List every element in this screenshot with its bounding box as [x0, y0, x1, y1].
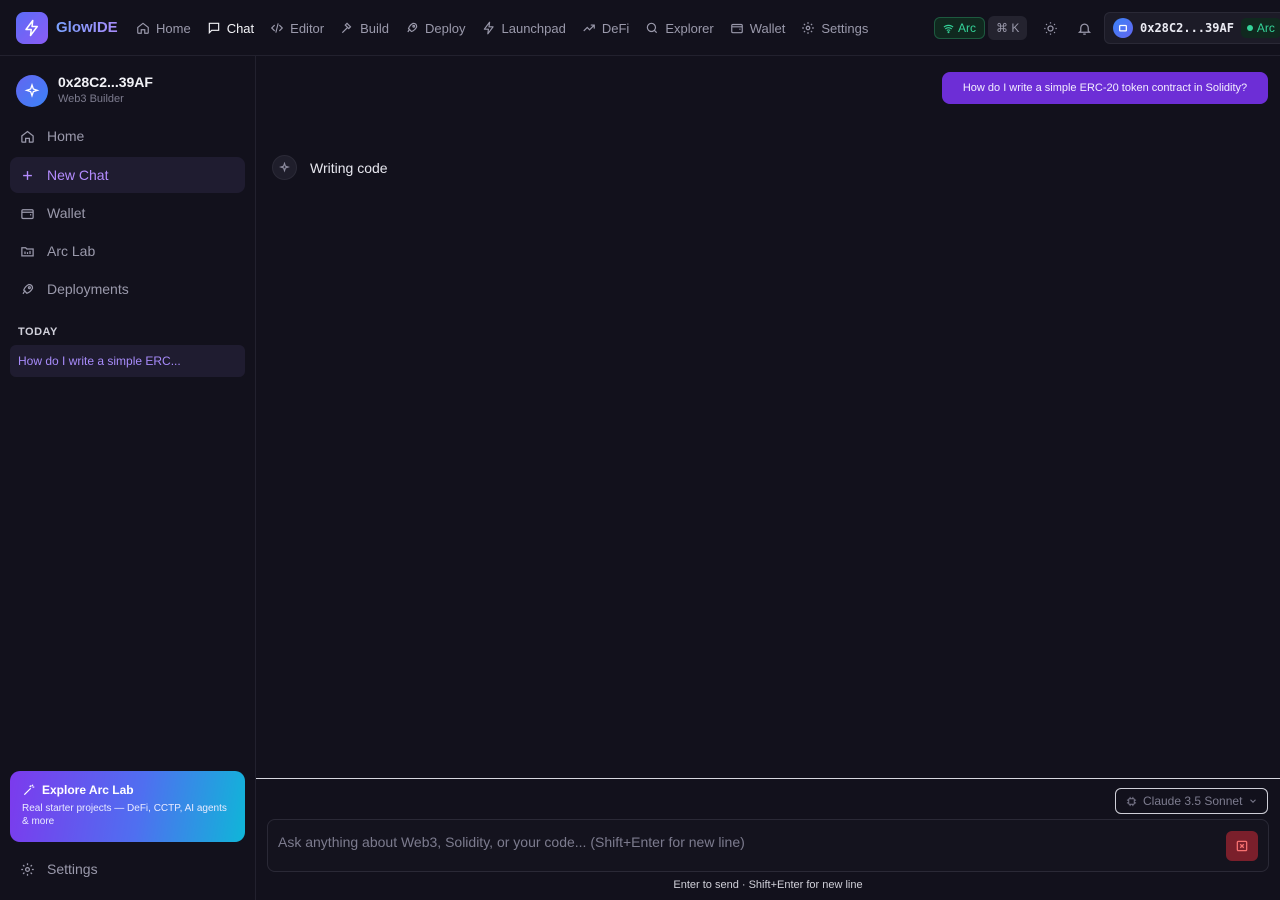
user-message-bubble: How do I write a simple ERC-20 token con… — [942, 72, 1268, 104]
profile-avatar[interactable] — [16, 75, 48, 107]
wallet-connect-chip[interactable]: 0x28C2...39AF Arc — [1104, 12, 1280, 44]
magic-wand-icon — [23, 784, 35, 796]
chat-history-item[interactable]: How do I write a simple ERC... — [10, 345, 245, 377]
bolt-logo-icon — [25, 19, 38, 37]
network-status-badge[interactable]: Arc — [934, 17, 985, 39]
sidebar-item-label: Settings — [47, 861, 98, 877]
bell-icon — [1077, 23, 1091, 35]
gear-icon — [802, 22, 815, 34]
history-section-heading: TODAY — [18, 326, 58, 338]
bolt-icon — [483, 21, 494, 35]
hammer-icon — [342, 22, 352, 34]
sidebar-item-label: New Chat — [47, 167, 109, 183]
sidebar-item-label: Deployments — [47, 281, 129, 297]
nav-deploy[interactable]: Deploy — [397, 14, 473, 42]
nav-explorer[interactable]: Explorer — [637, 14, 721, 42]
nav-chat[interactable]: Chat — [199, 14, 262, 42]
assistant-status: Writing code — [272, 155, 388, 180]
nav-defi-label: DeFi — [601, 20, 630, 36]
trending-up-icon — [583, 24, 595, 32]
nav-settings[interactable]: Settings — [793, 14, 876, 42]
notifications-button[interactable] — [1074, 18, 1094, 38]
search-icon — [647, 22, 658, 34]
explore-card-description: Real starter projects — DeFi, CCTP, AI a… — [22, 803, 227, 827]
message-input[interactable] — [278, 832, 1218, 852]
profile-name: 0x28C2...39AF — [58, 74, 153, 90]
nav-editor-label: Editor — [290, 20, 325, 36]
home-icon — [137, 22, 149, 34]
nav-defi[interactable]: DeFi — [574, 14, 637, 42]
nav-chat-label: Chat — [226, 20, 255, 36]
composer-area: Claude 3.5 Sonnet Enter to send · Shift+… — [256, 778, 1280, 900]
nav-build[interactable]: Build — [332, 14, 397, 42]
plus-icon — [23, 170, 32, 180]
wallet-network-badge: Arc — [1240, 18, 1280, 38]
logo[interactable] — [16, 12, 48, 44]
composer-hint: Enter to send · Shift+Enter for new line — [673, 879, 863, 891]
nav-build-label: Build — [360, 20, 390, 36]
wallet-icon — [730, 23, 743, 34]
assistant-status-text: Writing code — [310, 159, 388, 176]
gear-icon — [21, 862, 34, 876]
nav-home-label: Home — [156, 20, 191, 36]
sparkle-icon — [24, 83, 40, 98]
explore-arc-lab-card[interactable]: Explore Arc Lab Real starter projects — … — [10, 771, 245, 842]
assistant-avatar-icon — [272, 155, 297, 180]
nav-launchpad-label: Launchpad — [501, 20, 566, 36]
sidebar-item-label: Home — [47, 128, 85, 144]
sidebar: 0x28C2...39AF Web3 Builder Home New Chat… — [0, 56, 256, 900]
wallet-address: 0x28C2...39AF — [1140, 21, 1234, 35]
nav-editor[interactable]: Editor — [262, 14, 332, 42]
sidebar-item-deployments[interactable]: Deployments — [10, 271, 245, 307]
nav-settings-label: Settings — [821, 20, 869, 36]
rocket-icon — [407, 22, 418, 33]
wifi-icon — [943, 24, 954, 33]
chat-icon — [208, 22, 219, 35]
sidebar-item-new-chat[interactable]: New Chat — [10, 157, 245, 193]
network-label: Arc — [958, 21, 976, 35]
sidebar-item-home[interactable]: Home — [10, 118, 245, 154]
brand-name[interactable]: GlowIDE — [56, 19, 118, 36]
chevron-down-icon — [1250, 799, 1257, 803]
sidebar-item-label: Wallet — [47, 205, 86, 221]
sidebar-item-label: Arc Lab — [47, 243, 96, 259]
message-composer — [267, 819, 1269, 872]
home-icon — [21, 130, 34, 143]
sidebar-item-arc-lab[interactable]: Arc Lab — [10, 233, 245, 269]
main-nav: Home Chat Editor Build Deploy Launchpad … — [128, 14, 876, 42]
nav-explorer-label: Explorer — [665, 20, 714, 36]
rocket-icon — [22, 283, 34, 294]
code-icon — [271, 23, 284, 33]
nav-wallet-label: Wallet — [749, 20, 786, 36]
profile-role: Web3 Builder — [58, 93, 124, 105]
folder-icon — [21, 246, 34, 256]
nav-home[interactable]: Home — [128, 14, 199, 42]
sidebar-item-wallet[interactable]: Wallet — [10, 195, 245, 231]
cpu-icon — [1126, 796, 1137, 806]
nav-wallet[interactable]: Wallet — [722, 14, 794, 42]
model-selector[interactable]: Claude 3.5 Sonnet — [1115, 788, 1268, 814]
wallet-icon — [21, 208, 34, 219]
sidebar-item-settings[interactable]: Settings — [20, 861, 98, 877]
stop-generation-button[interactable] — [1226, 831, 1258, 861]
model-selector-label: Claude 3.5 Sonnet — [1143, 794, 1243, 808]
stop-icon — [1236, 840, 1248, 852]
nav-launchpad[interactable]: Launchpad — [474, 14, 574, 42]
explore-card-title: Explore Arc Lab — [42, 783, 134, 797]
nav-deploy-label: Deploy — [425, 20, 466, 36]
theme-toggle-button[interactable] — [1040, 18, 1060, 38]
top-navigation-bar: GlowIDE Home Chat Editor Build Deploy La… — [0, 0, 1280, 56]
sun-icon — [1043, 21, 1057, 35]
command-palette-button[interactable]: ⌘ K — [988, 16, 1028, 40]
wallet-avatar-icon — [1113, 18, 1133, 38]
